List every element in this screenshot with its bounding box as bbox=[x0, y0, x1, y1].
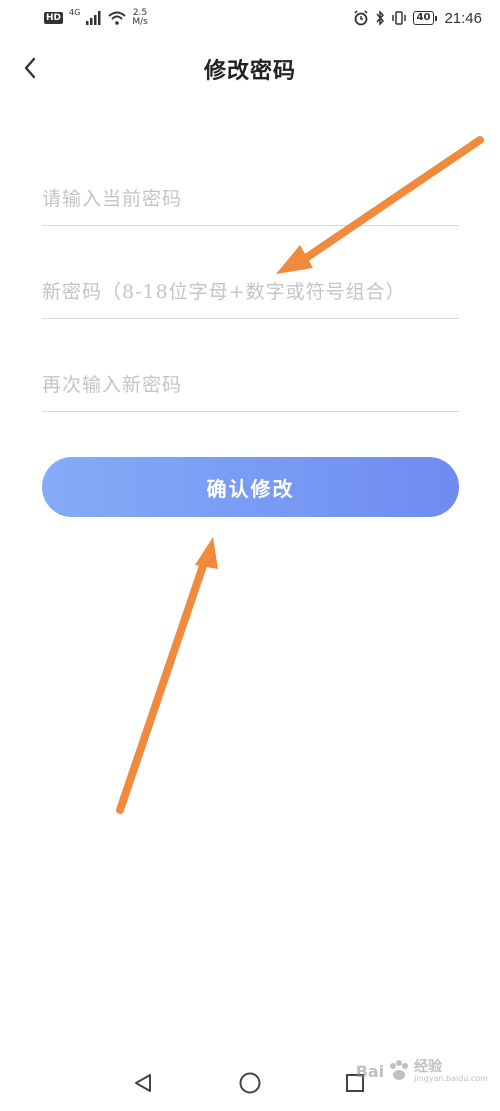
vibrate-icon bbox=[391, 11, 406, 25]
status-bar-right: 40 21:46 bbox=[353, 10, 482, 27]
baidu-watermark: Bai 经验 jingyan.baidu.com bbox=[356, 1058, 488, 1084]
new-password-field[interactable] bbox=[42, 265, 459, 319]
current-password-field[interactable] bbox=[42, 172, 459, 226]
wifi-icon bbox=[108, 11, 126, 25]
confirm-change-button[interactable]: 确认修改 bbox=[42, 457, 459, 517]
watermark-brand: Bai bbox=[355, 1061, 385, 1081]
watermark-sub1: 经验 bbox=[414, 1058, 443, 1075]
bluetooth-icon bbox=[375, 10, 384, 26]
nav-home-button[interactable] bbox=[235, 1068, 265, 1098]
page-title: 修改密码 bbox=[203, 58, 296, 84]
network-type: 4G bbox=[69, 8, 81, 17]
header: 修改密码 bbox=[0, 36, 500, 100]
watermark-sub2: jingyan.baidu.com bbox=[414, 1073, 488, 1083]
signal-icon bbox=[86, 11, 101, 25]
current-password-input[interactable] bbox=[42, 172, 459, 225]
triangle-back-icon bbox=[135, 1074, 151, 1092]
network-speed: 2.5 M/s bbox=[132, 9, 148, 27]
battery-indicator: 40 bbox=[412, 11, 438, 25]
circle-home-icon bbox=[239, 1072, 261, 1094]
speed-unit: M/s bbox=[132, 17, 148, 27]
annotation-arrows bbox=[116, 136, 484, 814]
status-bar-left: HD 4G 2.5 M/s bbox=[44, 9, 148, 27]
alarm-icon bbox=[353, 10, 368, 26]
repeat-password-field[interactable] bbox=[42, 358, 459, 412]
hd-badge: HD bbox=[44, 12, 64, 24]
status-bar: HD 4G 2.5 M/s 40 21:46 bbox=[0, 0, 500, 36]
arrow-to-confirm-button bbox=[116, 537, 218, 814]
watermark-sub: 经验 jingyan.baidu.com bbox=[414, 1060, 488, 1083]
clock: 21:46 bbox=[444, 9, 482, 27]
nav-back-button[interactable] bbox=[128, 1068, 158, 1098]
new-password-input[interactable] bbox=[42, 265, 459, 318]
paw-icon bbox=[390, 1060, 409, 1080]
repeat-password-input[interactable] bbox=[42, 358, 459, 411]
